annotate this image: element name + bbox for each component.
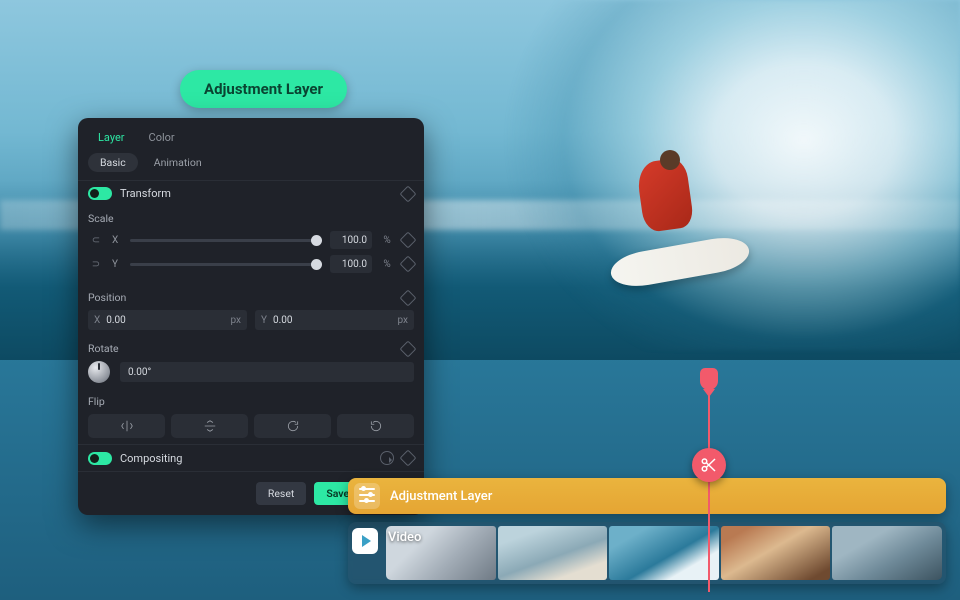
playhead-marker-icon[interactable]	[700, 368, 718, 390]
compositing-toggle[interactable]	[88, 452, 112, 465]
reset-button[interactable]: Reset	[256, 482, 306, 505]
flip-label: Flip	[88, 395, 414, 408]
playhead-line	[708, 388, 710, 592]
scale-y-value[interactable]: 100.0	[330, 255, 372, 273]
transform-keyframe-icon[interactable]	[400, 185, 417, 202]
rotate-label: Rotate	[88, 342, 414, 355]
video-thumbnail	[498, 526, 608, 580]
position-y-axis: Y	[261, 315, 267, 326]
transform-title: Transform	[120, 187, 402, 200]
position-y-value: 0.00	[273, 315, 397, 326]
rotate-group: Rotate 0.00°	[78, 336, 424, 389]
scale-x-axis: X	[112, 235, 122, 246]
subtab-basic[interactable]: Basic	[88, 153, 138, 172]
adjustment-layer-track-label: Adjustment Layer	[390, 489, 492, 504]
flip-vertical-icon	[203, 419, 217, 433]
position-x-value: 0.00	[106, 315, 230, 326]
rotate-cw-icon	[286, 419, 300, 433]
scissors-icon	[700, 456, 718, 474]
surfer-illustration	[620, 150, 720, 290]
flip-vertical-button[interactable]	[171, 414, 248, 438]
playhead[interactable]	[708, 368, 710, 592]
compositing-reset-icon[interactable]	[380, 451, 394, 465]
flip-horizontal-icon	[120, 419, 134, 433]
cut-button[interactable]	[692, 448, 726, 482]
position-y-unit: px	[397, 315, 408, 326]
position-label: Position	[88, 291, 414, 304]
tab-layer[interactable]: Layer	[88, 126, 135, 149]
position-keyframe-icon[interactable]	[400, 289, 417, 306]
section-transform: Transform	[78, 180, 424, 206]
subtab-animation[interactable]: Animation	[142, 153, 214, 172]
adjustment-layer-icon	[354, 483, 380, 509]
panel-subtabs: Basic Animation	[78, 149, 424, 180]
tab-color[interactable]: Color	[139, 126, 185, 149]
compositing-title: Compositing	[120, 452, 380, 465]
scale-x-row: ⊂ X 100.0 %	[88, 231, 414, 249]
position-x-unit: px	[230, 315, 241, 326]
position-x-axis: X	[94, 315, 100, 326]
rotate-value[interactable]: 0.00°	[120, 362, 414, 382]
scale-link-icon-bottom[interactable]: ⊃	[88, 259, 104, 270]
adjustment-layer-badge: Adjustment Layer	[180, 70, 347, 108]
rotate-cw-button[interactable]	[254, 414, 331, 438]
video-thumbnails	[386, 526, 942, 580]
rotate-keyframe-icon[interactable]	[400, 340, 417, 357]
scale-y-axis: Y	[112, 259, 122, 270]
scale-x-keyframe-icon[interactable]	[400, 232, 417, 249]
flip-group: Flip	[78, 389, 424, 444]
section-compositing: Compositing	[78, 444, 424, 472]
scale-y-row: ⊃ Y 100.0 %	[88, 255, 414, 273]
video-thumbnail	[832, 526, 942, 580]
video-thumbnail	[609, 526, 719, 580]
panel-tabs: Layer Color	[78, 118, 424, 149]
scale-group: Scale ⊂ X 100.0 % ⊃ Y 100.0 %	[78, 206, 424, 285]
scale-x-value[interactable]: 100.0	[330, 231, 372, 249]
scale-y-keyframe-icon[interactable]	[400, 256, 417, 273]
scale-link-icon[interactable]: ⊂	[88, 235, 104, 246]
properties-panel: Layer Color Basic Animation Transform Sc…	[78, 118, 424, 515]
video-track[interactable]: Video	[348, 522, 946, 584]
video-play-icon	[352, 528, 378, 554]
scale-x-unit: %	[380, 235, 394, 246]
flip-horizontal-button[interactable]	[88, 414, 165, 438]
scale-y-unit: %	[380, 259, 394, 270]
timeline: Adjustment Layer Video	[348, 478, 946, 592]
scale-x-slider[interactable]	[130, 239, 322, 242]
position-y-field[interactable]: Y 0.00 px	[255, 310, 414, 330]
rotate-ccw-icon	[369, 419, 383, 433]
adjustment-layer-track[interactable]: Adjustment Layer	[348, 478, 946, 514]
video-track-label: Video	[388, 530, 421, 545]
compositing-keyframe-icon[interactable]	[400, 450, 417, 467]
position-x-field[interactable]: X 0.00 px	[88, 310, 247, 330]
rotate-ccw-button[interactable]	[337, 414, 414, 438]
position-group: Position X 0.00 px Y 0.00 px	[78, 285, 424, 336]
rotate-dial[interactable]	[88, 361, 110, 383]
scale-label: Scale	[88, 212, 414, 225]
scale-y-slider[interactable]	[130, 263, 322, 266]
video-thumbnail	[721, 526, 831, 580]
transform-toggle[interactable]	[88, 187, 112, 200]
